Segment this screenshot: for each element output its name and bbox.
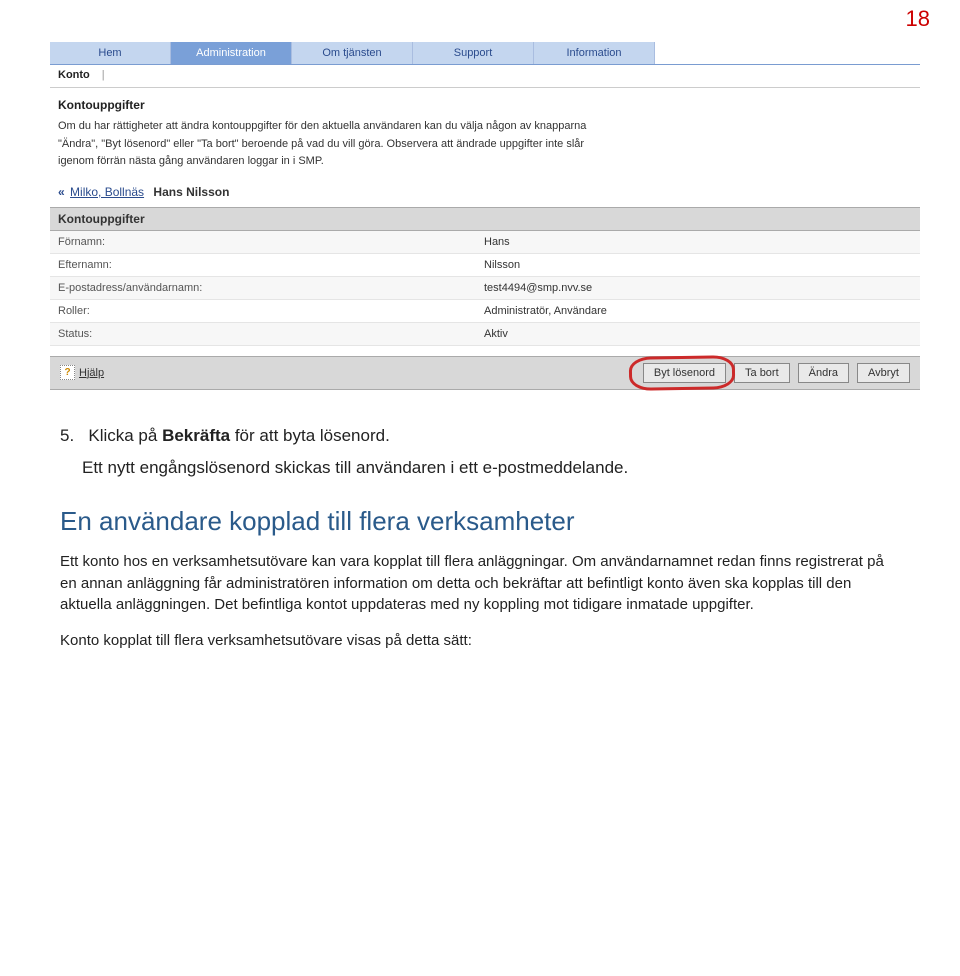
subnav-konto[interactable]: Konto <box>58 69 90 81</box>
row-value: Aktiv <box>476 323 920 345</box>
app-screenshot: Hem Administration Om tjänsten Support I… <box>50 42 920 390</box>
action-bar: ? Hjälp Byt lösenord Ta bort Ändra Avbry… <box>50 356 920 390</box>
doc-paragraph: Ett konto hos en verksamhetsutövare kan … <box>60 551 900 616</box>
table-row: Status: Aktiv <box>50 323 920 346</box>
doc-paragraph: Konto kopplat till flera verksamhetsutöv… <box>60 630 900 652</box>
table-row: Efternamn: Nilsson <box>50 254 920 277</box>
ta-bort-button[interactable]: Ta bort <box>734 363 790 383</box>
step-sub: Ett nytt engångslösenord skickas till an… <box>82 458 900 478</box>
help-link[interactable]: ? Hjälp <box>60 365 104 380</box>
nav-om-tjansten[interactable]: Om tjänsten <box>292 42 413 64</box>
document-body: 5. Klicka på Bekräfta för att byta lösen… <box>60 426 900 652</box>
intro-section: Kontouppgifter Om du har rättigheter att… <box>50 88 920 181</box>
help-icon: ? <box>60 365 75 380</box>
nav-information[interactable]: Information <box>534 42 655 64</box>
row-value: Hans <box>476 231 920 253</box>
nav-administration[interactable]: Administration <box>171 42 292 64</box>
step-suffix: för att byta lösenord. <box>230 426 390 445</box>
doc-heading: En användare kopplad till flera verksamh… <box>60 506 900 537</box>
step-number: 5. <box>60 426 74 445</box>
help-label: Hjälp <box>79 367 104 379</box>
row-label: Efternamn: <box>50 254 476 276</box>
details-header: Kontouppgifter <box>50 207 920 231</box>
step-bold: Bekräfta <box>162 426 230 445</box>
row-value: Administratör, Användare <box>476 300 920 322</box>
intro-body: Om du har rättigheter att ändra kontoupp… <box>58 118 618 171</box>
table-row: E-postadress/användarnamn: test4494@smp.… <box>50 277 920 300</box>
nav-hem[interactable]: Hem <box>50 42 171 64</box>
avbryt-button[interactable]: Avbryt <box>857 363 910 383</box>
row-label: Roller: <box>50 300 476 322</box>
row-value: Nilsson <box>476 254 920 276</box>
andra-button[interactable]: Ändra <box>798 363 849 383</box>
step-line: 5. Klicka på Bekräfta för att byta lösen… <box>60 426 900 446</box>
top-nav: Hem Administration Om tjänsten Support I… <box>50 42 920 65</box>
page-number: 18 <box>0 0 960 32</box>
details-table: Förnamn: Hans Efternamn: Nilsson E-posta… <box>50 231 920 346</box>
row-label: E-postadress/användarnamn: <box>50 277 476 299</box>
back-chevron-icon[interactable]: « <box>58 185 65 199</box>
breadcrumb-name: Hans Nilsson <box>153 185 229 199</box>
row-label: Förnamn: <box>50 231 476 253</box>
nav-support[interactable]: Support <box>413 42 534 64</box>
breadcrumb: « Milko, Bollnäs Hans Nilsson <box>50 181 920 207</box>
sub-nav: Konto | <box>50 65 920 88</box>
table-row: Roller: Administratör, Användare <box>50 300 920 323</box>
row-value: test4494@smp.nvv.se <box>476 277 920 299</box>
table-row: Förnamn: Hans <box>50 231 920 254</box>
byt-losenord-button[interactable]: Byt lösenord <box>643 363 726 383</box>
step-prefix: Klicka på <box>88 426 162 445</box>
intro-title: Kontouppgifter <box>58 98 912 112</box>
row-label: Status: <box>50 323 476 345</box>
breadcrumb-back[interactable]: Milko, Bollnäs <box>70 185 144 199</box>
subnav-divider: | <box>102 69 105 81</box>
